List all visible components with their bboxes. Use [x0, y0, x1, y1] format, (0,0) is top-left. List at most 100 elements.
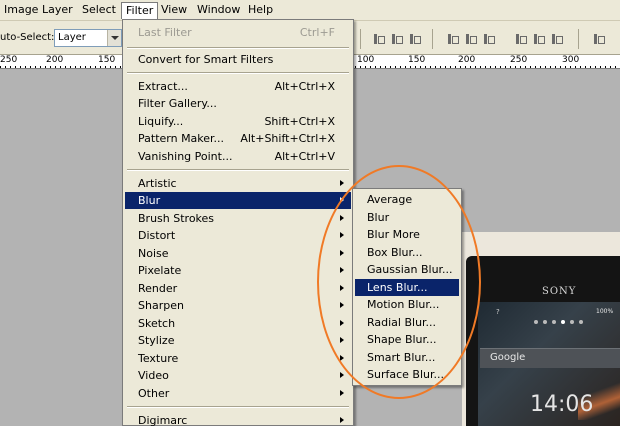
menu-filter[interactable]: Filter: [121, 2, 159, 19]
toolbar-separator: [360, 29, 361, 49]
submenu-item-shape-blur[interactable]: Shape Blur...: [355, 331, 459, 348]
submenu-item-label: Blur: [367, 211, 390, 224]
menu-bar: Image Layer Select Filter View Window He…: [0, 0, 620, 21]
menu-item-sharpen[interactable]: Sharpen: [125, 297, 351, 314]
align-top-icon[interactable]: [372, 33, 385, 45]
submenu-item-blur[interactable]: Blur: [355, 209, 459, 226]
menu-item-label: Pattern Maker...: [138, 132, 225, 145]
menu-item-stylize[interactable]: Stylize: [125, 332, 351, 349]
menu-separator: [127, 72, 349, 74]
auto-select-dropdown[interactable]: Layer: [54, 29, 122, 47]
submenu-arrow-icon: [340, 250, 344, 256]
menu-item-label: Render: [138, 282, 178, 295]
submenu-arrow-icon: [340, 285, 344, 291]
ruler-label: 100: [357, 55, 375, 65]
distribute-top-icon[interactable]: [446, 33, 459, 45]
menu-item-label: Video: [138, 369, 169, 382]
distribute-vcenter-icon[interactable]: [464, 33, 477, 45]
menu-item-sketch[interactable]: Sketch: [125, 315, 351, 332]
menu-item-convert-smart-filters[interactable]: Convert for Smart Filters: [125, 51, 351, 68]
submenu-arrow-icon: [340, 355, 344, 361]
align-bottom-icon[interactable]: [408, 33, 421, 45]
distribute-bottom-icon[interactable]: [482, 33, 495, 45]
submenu-arrow-icon: [340, 302, 344, 308]
menu-item-pattern-maker[interactable]: Pattern Maker... Alt+Shift+Ctrl+X: [125, 130, 351, 147]
menu-item-distort[interactable]: Distort: [125, 227, 351, 244]
menu-item-artistic[interactable]: Artistic: [125, 175, 351, 192]
menu-item-video[interactable]: Video: [125, 367, 351, 384]
submenu-arrow-icon: [340, 180, 344, 186]
submenu-item-surface-blur[interactable]: Surface Blur...: [355, 366, 459, 383]
menu-view[interactable]: View: [157, 2, 191, 19]
menu-item-label: Pixelate: [138, 264, 182, 277]
menu-item-texture[interactable]: Texture: [125, 350, 351, 367]
menu-item-other[interactable]: Other: [125, 385, 351, 402]
menu-item-render[interactable]: Render: [125, 280, 351, 297]
menu-item-label: Sharpen: [138, 299, 184, 312]
submenu-item-motion-blur[interactable]: Motion Blur...: [355, 296, 459, 313]
submenu-item-lens-blur[interactable]: Lens Blur...: [355, 279, 459, 296]
menu-item-label: Noise: [138, 247, 169, 260]
ruler-label: 250: [0, 55, 18, 65]
menu-window[interactable]: Window: [193, 2, 244, 19]
submenu-item-smart-blur[interactable]: Smart Blur...: [355, 349, 459, 366]
toolbar-separator: [578, 29, 579, 49]
menu-item-digimarc[interactable]: Digimarc: [125, 412, 351, 426]
submenu-item-blur-more[interactable]: Blur More: [355, 226, 459, 243]
phone-status-text: 100%: [596, 308, 614, 315]
submenu-arrow-icon: [340, 372, 344, 378]
menu-item-extract[interactable]: Extract... Alt+Ctrl+X: [125, 78, 351, 95]
menu-item-label: Digimarc: [138, 414, 188, 426]
menu-item-label: Sketch: [138, 317, 176, 330]
ruler-label: 200: [46, 55, 64, 65]
menu-item-brush-strokes[interactable]: Brush Strokes: [125, 210, 351, 227]
menu-item-shortcut: Alt+Ctrl+V: [274, 150, 335, 163]
menu-item-label: Liquify...: [138, 115, 184, 128]
menu-select[interactable]: Select: [78, 2, 120, 19]
submenu-item-box-blur[interactable]: Box Blur...: [355, 244, 459, 261]
submenu-arrow-icon: [340, 232, 344, 238]
submenu-arrow-icon: [340, 417, 344, 423]
filter-menu: Last Filter Ctrl+F Convert for Smart Fil…: [122, 19, 354, 426]
auto-select-label: uto-Select:: [0, 32, 55, 43]
ruler-label: 300: [562, 55, 580, 65]
phone-status-left: ?: [496, 308, 500, 316]
menu-item-liquify[interactable]: Liquify... Shift+Ctrl+X: [125, 113, 351, 130]
distribute-left-icon[interactable]: [514, 33, 527, 45]
menu-item-last-filter: Last Filter Ctrl+F: [125, 24, 351, 41]
submenu-item-radial-blur[interactable]: Radial Blur...: [355, 314, 459, 331]
menu-separator: [127, 169, 349, 171]
menu-item-label: Convert for Smart Filters: [138, 53, 274, 66]
blur-submenu: Average Blur Blur More Box Blur... Gauss…: [352, 188, 462, 386]
menu-help[interactable]: Help: [244, 2, 277, 19]
menu-item-noise[interactable]: Noise: [125, 245, 351, 262]
submenu-arrow-icon: [340, 267, 344, 273]
menu-separator: [127, 47, 349, 49]
align-vcenter-icon[interactable]: [390, 33, 403, 45]
menu-item-pixelate[interactable]: Pixelate: [125, 262, 351, 279]
submenu-arrow-icon: [340, 215, 344, 221]
phone-image: SONY ? 100% Google 14:06: [466, 256, 620, 426]
menu-item-label: Artistic: [138, 177, 177, 190]
submenu-item-gaussian-blur[interactable]: Gaussian Blur...: [355, 261, 459, 278]
auto-align-icon[interactable]: [592, 33, 605, 45]
submenu-item-average[interactable]: Average: [355, 191, 459, 208]
menu-item-blur[interactable]: Blur: [125, 192, 351, 209]
menu-item-label: Stylize: [138, 334, 175, 347]
menu-image[interactable]: Image: [0, 2, 42, 19]
distribute-right-icon[interactable]: [550, 33, 563, 45]
menu-item-filter-gallery[interactable]: Filter Gallery...: [125, 95, 351, 112]
phone-clock: 14:06: [530, 392, 594, 417]
menu-layer[interactable]: Layer: [38, 2, 77, 19]
ruler-label: 150: [98, 55, 116, 65]
submenu-item-label: Shape Blur...: [367, 333, 437, 346]
menu-item-shortcut: Alt+Shift+Ctrl+X: [240, 132, 335, 145]
menu-item-shortcut: Shift+Ctrl+X: [264, 115, 335, 128]
menu-item-shortcut: Alt+Ctrl+X: [274, 80, 335, 93]
distribute-hcenter-icon[interactable]: [532, 33, 545, 45]
menu-item-vanishing-point[interactable]: Vanishing Point... Alt+Ctrl+V: [125, 148, 351, 165]
ruler-label: 150: [408, 55, 426, 65]
submenu-item-label: Gaussian Blur...: [367, 263, 453, 276]
submenu-arrow-icon: [340, 320, 344, 326]
submenu-arrow-icon: [340, 390, 344, 396]
